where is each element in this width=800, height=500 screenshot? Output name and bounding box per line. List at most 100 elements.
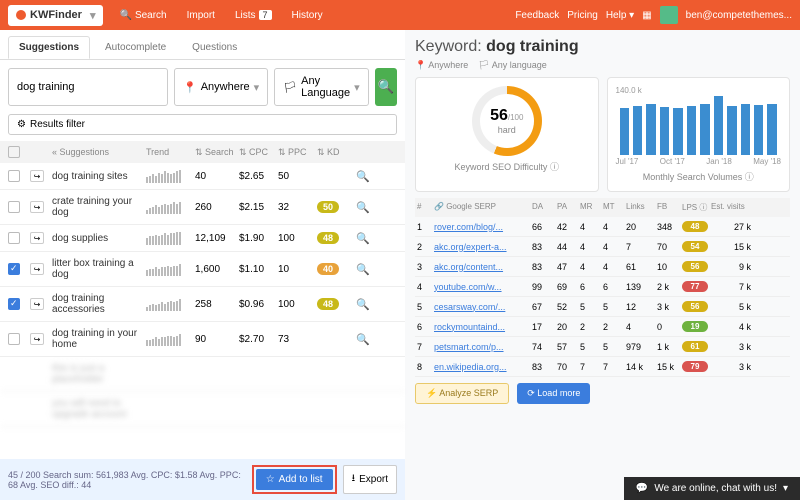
trend-sparkline: [146, 231, 191, 245]
row-checkbox[interactable]: [8, 333, 20, 345]
nav-lists[interactable]: Lists 7: [225, 10, 282, 21]
table-row: ↪ dog training accessories 258 $0.96 100…: [0, 287, 405, 322]
search-icon[interactable]: 🔍: [356, 232, 376, 245]
nav-pricing[interactable]: Pricing: [567, 10, 598, 21]
footer-stats: 45 / 200 Search sum: 561,983 Avg. CPC: $…: [8, 470, 246, 490]
search-icon[interactable]: 🔍: [356, 201, 376, 214]
trend-sparkline: [146, 297, 191, 311]
right-panel: Keyword: dog training 📍 Anywhere 🏳 Any la…: [405, 30, 800, 500]
ppc: 100: [278, 233, 313, 244]
left-panel: Suggestions Autocomplete Questions 📍 Any…: [0, 30, 405, 500]
row-checkbox[interactable]: [8, 232, 20, 244]
cpc: $1.90: [239, 233, 274, 244]
table-row: ↪ crate training your dog 260 $2.15 32 5…: [0, 190, 405, 225]
serp-url[interactable]: rockymountaind...: [434, 322, 529, 332]
export-button[interactable]: ⭳ Export: [343, 465, 397, 494]
apps-icon[interactable]: ▦: [642, 10, 651, 21]
kd: 40: [317, 263, 352, 275]
row-checkbox[interactable]: [8, 201, 20, 213]
user-name[interactable]: ben@competethemes...: [686, 10, 792, 21]
kd: 48: [317, 232, 352, 244]
primary-nav: 🔍 Search Import Lists 7 History: [109, 10, 332, 21]
row-checkbox[interactable]: [8, 263, 20, 275]
table-row: ↪ dog training sites 40 $2.65 50 🔍: [0, 163, 405, 190]
expand-icon[interactable]: ↪: [30, 170, 44, 182]
keyword-text: dog supplies: [52, 233, 142, 244]
serp-url[interactable]: cesarsway.com/...: [434, 302, 529, 312]
select-all-checkbox[interactable]: [8, 146, 20, 158]
expand-icon[interactable]: ↪: [30, 201, 44, 213]
ppc: 100: [278, 299, 313, 310]
serp-url[interactable]: akc.org/content...: [434, 262, 529, 272]
table-row: ↪ dog supplies 12,109 $1.90 100 48 🔍: [0, 225, 405, 252]
row-checkbox[interactable]: [8, 298, 20, 310]
nav-search[interactable]: 🔍 Search: [109, 10, 176, 21]
difficulty-gauge: 56/100hard: [472, 86, 542, 156]
brand-logo[interactable]: KWFinder▾: [8, 5, 103, 26]
row-checkbox[interactable]: [8, 170, 20, 182]
serp-row: 8en.wikipedia.org...83707714 k15 k793 k: [415, 357, 790, 377]
nav-import[interactable]: Import: [177, 10, 225, 21]
serp-url[interactable]: akc.org/expert-a...: [434, 242, 529, 252]
volume-chart: [616, 95, 782, 155]
tab-questions[interactable]: Questions: [181, 36, 248, 59]
load-more-button[interactable]: ⟳ Load more: [517, 383, 590, 404]
keyword-text: dog training in your home: [52, 328, 142, 350]
search-vol: 1,600: [195, 264, 235, 275]
serp-url[interactable]: youtube.com/w...: [434, 282, 529, 292]
language-select[interactable]: 🏳 Any Language▾: [274, 68, 368, 106]
nav-history[interactable]: History: [282, 10, 333, 21]
chat-widget[interactable]: 💬 We are online, chat with us! ▾: [624, 477, 800, 500]
search-icon[interactable]: 🔍: [356, 170, 376, 183]
trend-sparkline: [146, 262, 191, 276]
expand-icon[interactable]: ↪: [30, 263, 44, 275]
search-icon[interactable]: 🔍: [356, 298, 376, 311]
cpc: $2.65: [239, 171, 274, 182]
serp-row: 1rover.com/blog/...664244203484827 k: [415, 217, 790, 237]
kd: 50: [317, 201, 352, 213]
avatar[interactable]: [660, 6, 678, 24]
meta-location: 📍 Anywhere: [415, 60, 468, 71]
expand-icon[interactable]: ↪: [30, 298, 44, 310]
search-icon[interactable]: 🔍: [356, 333, 376, 346]
results-filter-button[interactable]: ⚙ Results filter: [8, 114, 397, 135]
serp-row: 6rockymountaind...17202240194 k: [415, 317, 790, 337]
keyword-title: Keyword: dog training: [415, 38, 790, 56]
cpc: $0.96: [239, 299, 274, 310]
search-button[interactable]: 🔍: [375, 68, 397, 106]
serp-row: 5cesarsway.com/...675255123 k565 k: [415, 297, 790, 317]
tab-autocomplete[interactable]: Autocomplete: [94, 36, 177, 59]
search-vol: 40: [195, 171, 235, 182]
help-icon[interactable]: ⓘ: [550, 162, 559, 172]
help-icon[interactable]: ⓘ: [745, 172, 754, 182]
keyword-input[interactable]: [8, 68, 168, 106]
add-to-list-button[interactable]: ☆ Add to list: [256, 469, 333, 490]
topbar: KWFinder▾ 🔍 Search Import Lists 7 Histor…: [0, 0, 800, 30]
keyword-text: dog training accessories: [52, 293, 142, 315]
search-icon[interactable]: 🔍: [356, 263, 376, 276]
cpc: $2.15: [239, 202, 274, 213]
ppc: 10: [278, 264, 313, 275]
trend-sparkline: [146, 169, 191, 183]
nav-help[interactable]: Help ▾: [606, 10, 634, 21]
difficulty-card: 56/100hard Keyword SEO Difficulty ⓘ: [415, 77, 599, 192]
serp-url[interactable]: en.wikipedia.org...: [434, 362, 529, 372]
expand-icon[interactable]: ↪: [30, 333, 44, 345]
meta-language: 🏳 Any language: [478, 60, 546, 71]
ppc: 73: [278, 334, 313, 345]
search-vol: 90: [195, 334, 235, 345]
location-select[interactable]: 📍 Anywhere▾: [174, 68, 268, 106]
analyze-serp-button[interactable]: ⚡ Analyze SERP: [415, 383, 509, 404]
trend-sparkline: [146, 200, 191, 214]
expand-icon[interactable]: ↪: [30, 232, 44, 244]
table-row: ↪ litter box training a dog 1,600 $1.10 …: [0, 252, 405, 287]
serp-header: #🔗 Google SERPDAPAMRMTLinksFBLPS ⓘEst. v…: [415, 198, 790, 217]
tab-suggestions[interactable]: Suggestions: [8, 36, 90, 59]
keyword-text: crate training your dog: [52, 196, 142, 218]
serp-url[interactable]: rover.com/blog/...: [434, 222, 529, 232]
cpc: $1.10: [239, 264, 274, 275]
nav-feedback[interactable]: Feedback: [515, 10, 559, 21]
ppc: 32: [278, 202, 313, 213]
serp-row: 3akc.org/content...8347446110569 k: [415, 257, 790, 277]
serp-url[interactable]: petsmart.com/p...: [434, 342, 529, 352]
